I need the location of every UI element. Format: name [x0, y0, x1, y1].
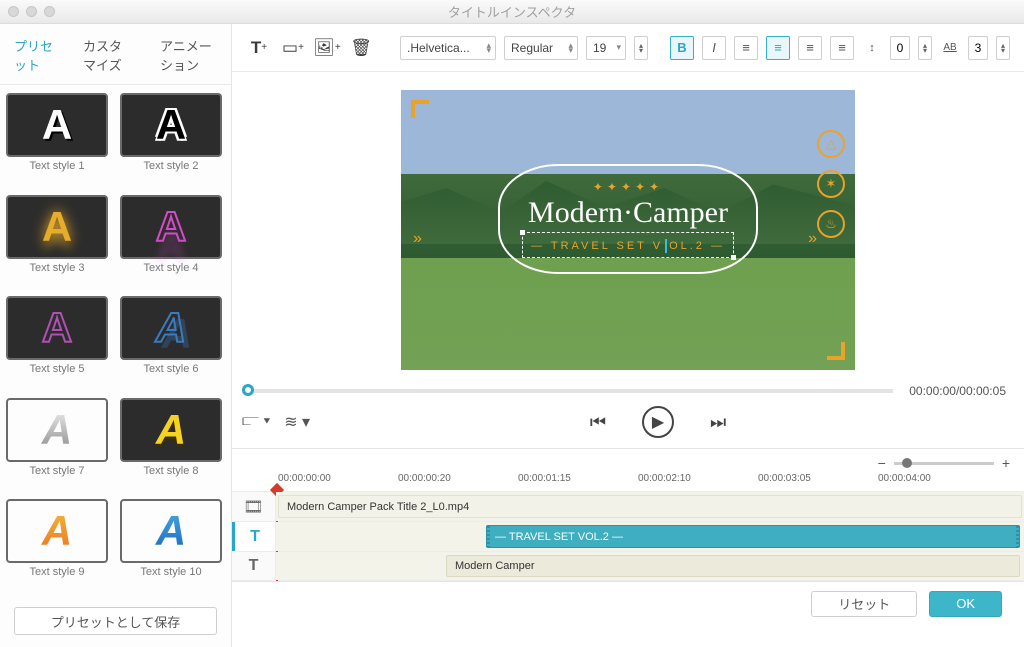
preset-item[interactable]: AText style 7 — [6, 398, 108, 496]
minimize-icon[interactable] — [26, 6, 37, 17]
video-clip[interactable]: Modern Camper Pack Title 2_L0.mp4 — [278, 495, 1022, 518]
zoom-out-button[interactable]: − — [878, 455, 886, 471]
font-size-stepper[interactable]: ▴▾ — [634, 36, 648, 60]
preset-item[interactable]: AText style 6 — [120, 296, 222, 394]
preset-item[interactable]: AText style 5 — [6, 296, 108, 394]
line-height-input[interactable] — [890, 36, 910, 60]
preset-item[interactable]: AText style 9 — [6, 499, 108, 597]
text-track-icon[interactable]: T — [232, 522, 276, 551]
add-image-icon[interactable]: 🖼+ — [314, 35, 340, 61]
traffic-lights — [8, 6, 55, 17]
layer-tool-icon[interactable]: ≋ ▾ — [284, 412, 310, 432]
preset-item[interactable]: AText style 3 — [6, 195, 108, 293]
save-preset-button[interactable]: プリセットとして保存 — [14, 607, 217, 635]
ok-button[interactable]: OK — [929, 591, 1002, 617]
title-badge[interactable]: ✦✦✦✦✦ Modern·Camper — TRAVEL SET VOL.2 — — [498, 164, 758, 274]
skip-back-button[interactable]: ⏮ — [590, 412, 606, 433]
preset-item[interactable]: AText style 10 — [120, 499, 222, 597]
add-text-icon[interactable]: T+ — [246, 35, 272, 61]
char-spacing-stepper[interactable]: ▴▾ — [996, 36, 1010, 60]
tab-presets[interactable]: プリセット — [0, 24, 69, 84]
text-clip-selected[interactable]: — TRAVEL SET VOL.2 — — [486, 525, 1020, 548]
preset-grid: AText style 1 AText style 2 AText style … — [0, 85, 231, 597]
subtitle-text[interactable]: — TRAVEL SET VOL.2 — — [531, 240, 725, 252]
zoom-in-button[interactable]: + — [1002, 455, 1010, 471]
align-justify-button[interactable]: ≡ — [830, 36, 854, 60]
italic-button[interactable]: I — [702, 36, 726, 60]
align-left-button[interactable]: ≡ — [734, 36, 758, 60]
arrow-left-icon: » — [413, 230, 416, 248]
play-button[interactable]: ▶ — [642, 406, 674, 438]
badge-tent-icon: △ — [817, 130, 845, 158]
footer: リセット OK — [232, 581, 1024, 625]
char-spacing-icon: AB — [940, 36, 960, 60]
selected-text-box[interactable]: — TRAVEL SET VOL.2 — — [522, 232, 734, 258]
sidebar: プリセット カスタマイズ アニメーション AText style 1 AText… — [0, 24, 232, 647]
font-select[interactable]: .Helvetica...▴▾ — [400, 36, 496, 60]
window-titlebar: タイトルインスペクタ — [0, 0, 1024, 24]
delete-icon[interactable]: 🗑 — [348, 35, 374, 61]
preset-item[interactable]: AText style 4 — [120, 195, 222, 293]
text-track-icon[interactable]: T — [232, 552, 276, 580]
close-icon[interactable] — [8, 6, 19, 17]
sidebar-tabs: プリセット カスタマイズ アニメーション — [0, 24, 231, 85]
timeline: − + 00:00:00:00 00:00:00:20 00:00:01:15 … — [232, 448, 1024, 581]
preset-item[interactable]: AText style 1 — [6, 93, 108, 191]
text-toolbar: T+ ▭+ 🖼+ 🗑 .Helvetica...▴▾ Regular▴▾ 19▾… — [232, 24, 1024, 72]
line-height-stepper[interactable]: ▴▾ — [918, 36, 932, 60]
timecode-label: 00:00:00/00:00:05 — [909, 384, 1006, 398]
line-height-icon: ↕ — [862, 36, 882, 60]
align-tool-icon[interactable]: ⫍ ▾ — [242, 412, 270, 432]
main-title-text[interactable]: Modern·Camper — [528, 196, 728, 230]
badge-mountain-icon: ✶ — [817, 170, 845, 198]
preset-item[interactable]: AText style 8 — [120, 398, 222, 496]
scrubber-knob[interactable] — [242, 384, 254, 396]
window-title: タイトルインスペクタ — [0, 2, 1024, 21]
skip-forward-button[interactable]: ⏭ — [710, 412, 726, 433]
video-track-icon[interactable]: 🎞 — [232, 492, 276, 521]
safe-corner-icon — [827, 342, 845, 360]
add-shape-icon[interactable]: ▭+ — [280, 35, 306, 61]
text-clip[interactable]: Modern Camper — [446, 555, 1020, 577]
safe-corner-icon — [411, 100, 429, 118]
bold-button[interactable]: B — [670, 36, 694, 60]
font-size-select[interactable]: 19▾ — [586, 36, 626, 60]
preview-area: » » △ ✶ ♨ ✦✦✦✦✦ Modern·Camper — TRAVEL S… — [232, 72, 1024, 376]
zoom-icon[interactable] — [44, 6, 55, 17]
zoom-slider[interactable] — [894, 462, 994, 465]
align-right-button[interactable]: ≡ — [798, 36, 822, 60]
font-weight-select[interactable]: Regular▴▾ — [504, 36, 578, 60]
timeline-ruler[interactable]: 00:00:00:00 00:00:00:20 00:00:01:15 00:0… — [232, 473, 1024, 491]
char-spacing-input[interactable] — [968, 36, 988, 60]
tree-icons: ✦✦✦✦✦ — [593, 180, 663, 194]
arrow-right-icon: » — [808, 230, 811, 248]
tab-animation[interactable]: アニメーション — [146, 24, 231, 84]
reset-button[interactable]: リセット — [811, 591, 917, 617]
preview-canvas[interactable]: » » △ ✶ ♨ ✦✦✦✦✦ Modern·Camper — TRAVEL S… — [401, 90, 855, 370]
preview-scrubber[interactable] — [242, 389, 893, 393]
preset-item[interactable]: AText style 2 — [120, 93, 222, 191]
align-center-button[interactable]: ≡ — [766, 36, 790, 60]
badge-fire-icon: ♨ — [817, 210, 845, 238]
tab-customize[interactable]: カスタマイズ — [69, 24, 146, 84]
